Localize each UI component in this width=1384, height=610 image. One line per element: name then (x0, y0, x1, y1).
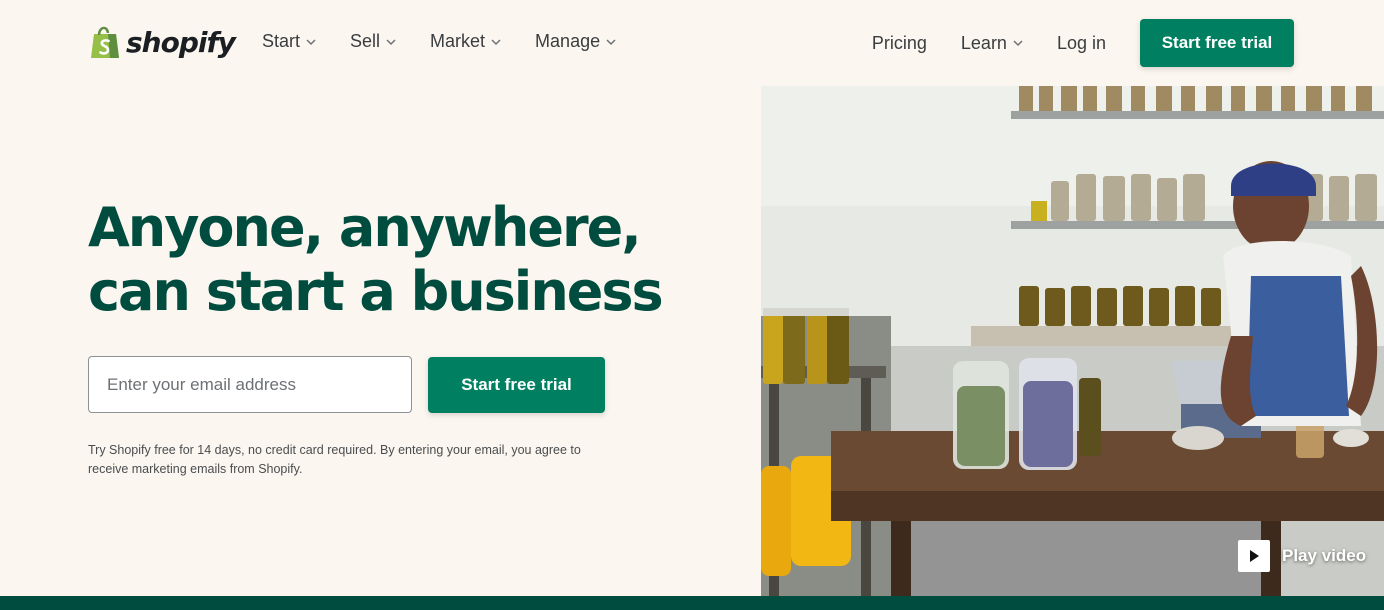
hero-heading-line-1: Anyone, anywhere, (88, 196, 642, 259)
play-video-button[interactable]: Play video (1238, 540, 1366, 572)
nav-item-sell[interactable]: Sell (350, 31, 396, 52)
nav-label: Sell (350, 31, 381, 51)
shopify-logo[interactable]: shopify (88, 24, 236, 60)
nav-label: Learn (960, 32, 1007, 53)
play-video-label: Play video (1282, 546, 1367, 565)
nav-item-learn[interactable]: Learn (961, 33, 1023, 54)
chevron-down-icon (606, 38, 616, 45)
nav-item-pricing[interactable]: Pricing (872, 33, 927, 54)
nav-label: Log in (1056, 32, 1106, 53)
shopping-bag-logo-icon (91, 26, 119, 58)
top-navigation: shopify Start Sell Market Manage Pricing… (0, 0, 1384, 86)
chevron-down-icon (491, 38, 501, 45)
brand-wordmark: shopify (126, 25, 236, 59)
nav-label: Pricing (871, 32, 927, 53)
nav-item-market[interactable]: Market (430, 31, 501, 52)
email-input[interactable] (88, 356, 412, 413)
hero-heading-line-2: can start a business (88, 260, 664, 323)
chevron-down-icon (386, 38, 396, 45)
primary-nav: Start Sell Market Manage (262, 31, 616, 52)
nav-label: Manage (535, 31, 601, 51)
secondary-nav: Pricing Learn Log in Start free trial (872, 19, 1294, 67)
nav-label: Start (262, 31, 301, 51)
nav-item-manage[interactable]: Manage (535, 31, 616, 52)
play-icon (1238, 540, 1270, 572)
chevron-down-icon (306, 38, 316, 45)
apothecary-workshop-illustration (761, 86, 1384, 596)
nav-label: Market (430, 31, 486, 51)
nav-start-free-trial-button[interactable]: Start free trial (1140, 19, 1294, 67)
hero-heading: Anyone, anywhere, can start a business (88, 196, 664, 324)
nav-item-log-in[interactable]: Log in (1057, 33, 1106, 54)
trial-disclaimer: Try Shopify free for 14 days, no credit … (88, 443, 581, 476)
nav-item-start[interactable]: Start (262, 31, 316, 52)
footer-strip (0, 596, 1384, 610)
hero-photo (761, 86, 1384, 596)
chevron-down-icon (1013, 40, 1023, 47)
hero-start-free-trial-button[interactable]: Start free trial (428, 357, 605, 413)
